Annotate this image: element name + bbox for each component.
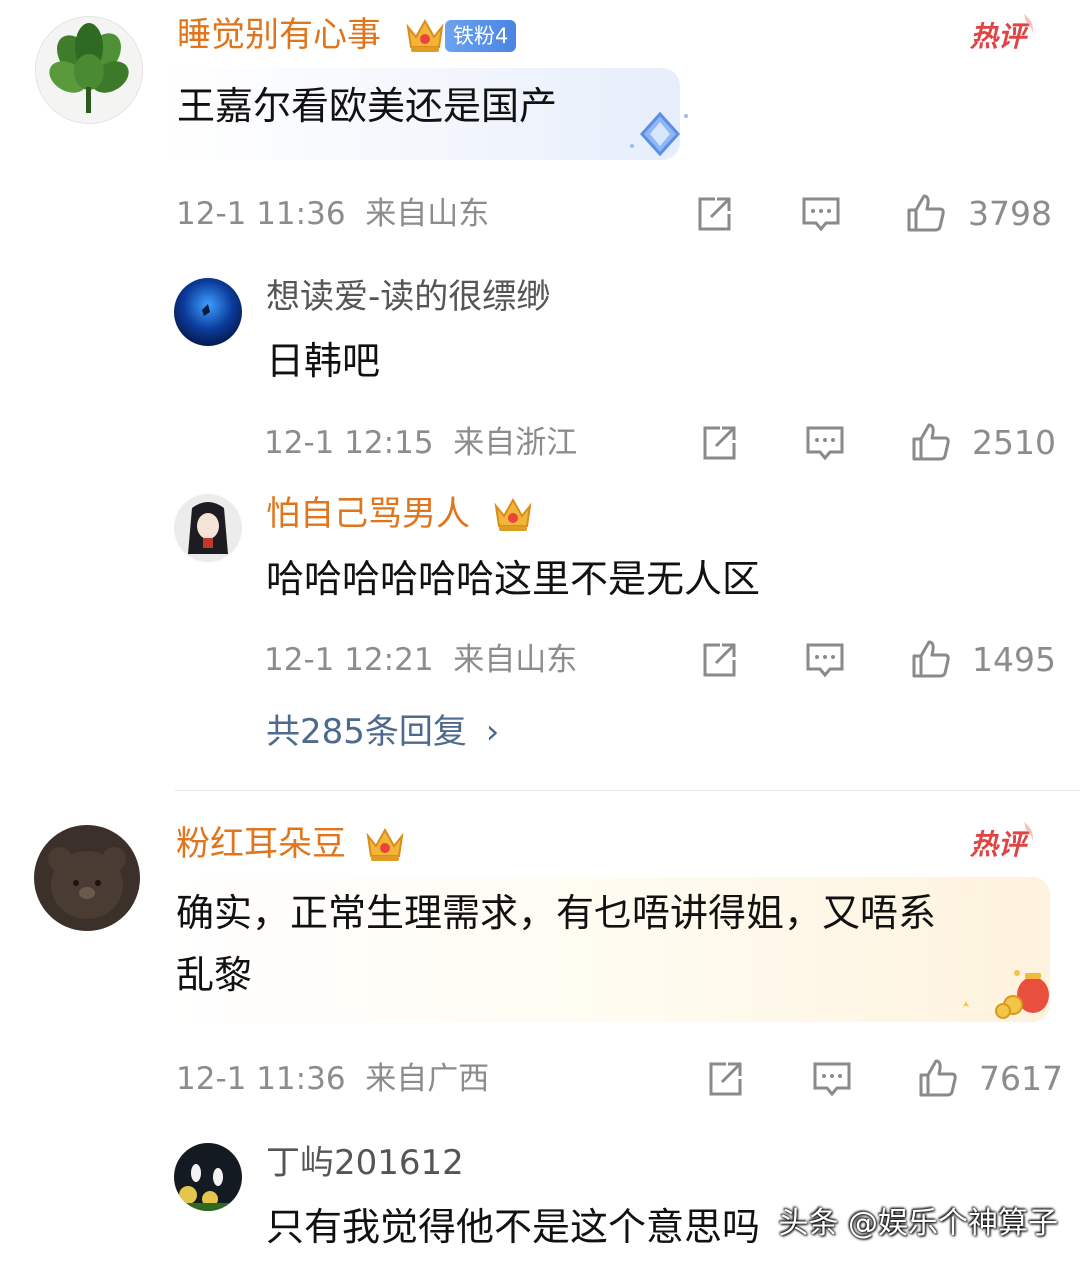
hot-label: 热评	[969, 20, 1030, 53]
like-count: 7617	[979, 1059, 1063, 1098]
avatar[interactable]	[34, 825, 140, 931]
chevron-right-icon: ›	[485, 712, 500, 752]
share-icon[interactable]	[693, 193, 735, 235]
comment-content-line-2: 乱黎	[176, 953, 253, 997]
crown-icon	[491, 492, 535, 536]
fan-level-badge: 铁粉4	[445, 20, 517, 52]
timestamp: 12-1 12:21 来自山东	[264, 640, 577, 680]
comment-icon[interactable]	[811, 1058, 853, 1100]
like-count: 2510	[972, 423, 1056, 462]
more-replies-link[interactable]: 共285条回复 ›	[266, 711, 499, 753]
lucky-bag-decoration-icon	[963, 970, 1049, 1019]
username[interactable]: 粉红耳朵豆	[176, 824, 346, 864]
time: 12-1 11:36	[176, 196, 346, 232]
hot-comment-badge: 热评	[968, 10, 1040, 62]
reply-content: 哈哈哈哈哈哈这里不是无人区	[266, 557, 761, 601]
like-icon[interactable]	[905, 192, 947, 234]
like-icon[interactable]	[910, 638, 952, 680]
time: 12-1 11:36	[176, 1061, 346, 1097]
like-icon[interactable]	[917, 1057, 959, 1099]
share-icon[interactable]	[698, 639, 740, 681]
comment-icon[interactable]	[804, 639, 846, 681]
username[interactable]: 睡觉别有心事	[177, 15, 381, 55]
diamond-decoration-icon	[630, 111, 688, 157]
more-replies-label: 共285条回复	[266, 712, 467, 752]
location: 来自浙江	[453, 425, 578, 461]
comment-icon[interactable]	[800, 193, 842, 235]
crown-icon	[403, 13, 447, 57]
watermark: 头条 @娱乐个神算子	[778, 1206, 1058, 1241]
location: 来自山东	[365, 196, 490, 232]
reply-content: 只有我觉得他不是这个意思吗	[266, 1205, 761, 1249]
timestamp: 12-1 11:36 来自山东	[176, 194, 489, 234]
location: 来自山东	[453, 642, 578, 678]
like-icon[interactable]	[910, 421, 952, 463]
time: 12-1 12:21	[264, 642, 434, 678]
divider	[175, 790, 1080, 791]
hot-label: 热评	[969, 828, 1030, 861]
comment-content-line-1: 确实，正常生理需求，有乜唔讲得姐，又唔系	[176, 891, 937, 935]
time: 12-1 12:15	[264, 425, 434, 461]
username[interactable]: 丁屿201612	[266, 1143, 464, 1183]
username[interactable]: 怕自己骂男人	[266, 494, 470, 534]
avatar[interactable]	[35, 16, 143, 124]
reply-content: 日韩吧	[266, 339, 381, 383]
timestamp: 12-1 11:36 来自广西	[176, 1059, 489, 1099]
like-count: 3798	[968, 194, 1052, 233]
share-icon[interactable]	[704, 1058, 746, 1100]
avatar[interactable]	[174, 278, 242, 346]
share-icon[interactable]	[698, 422, 740, 464]
timestamp: 12-1 12:15 来自浙江	[264, 423, 577, 463]
username[interactable]: 想读爱-读的很缥缈	[266, 277, 550, 317]
comment-icon[interactable]	[804, 422, 846, 464]
avatar[interactable]	[174, 1143, 242, 1211]
crown-icon	[363, 822, 407, 866]
comment-content: 王嘉尔看欧美还是国产	[177, 84, 558, 128]
location: 来自广西	[365, 1061, 490, 1097]
like-count: 1495	[972, 640, 1056, 679]
hot-comment-badge: 热评	[968, 818, 1040, 870]
avatar[interactable]	[174, 494, 242, 562]
